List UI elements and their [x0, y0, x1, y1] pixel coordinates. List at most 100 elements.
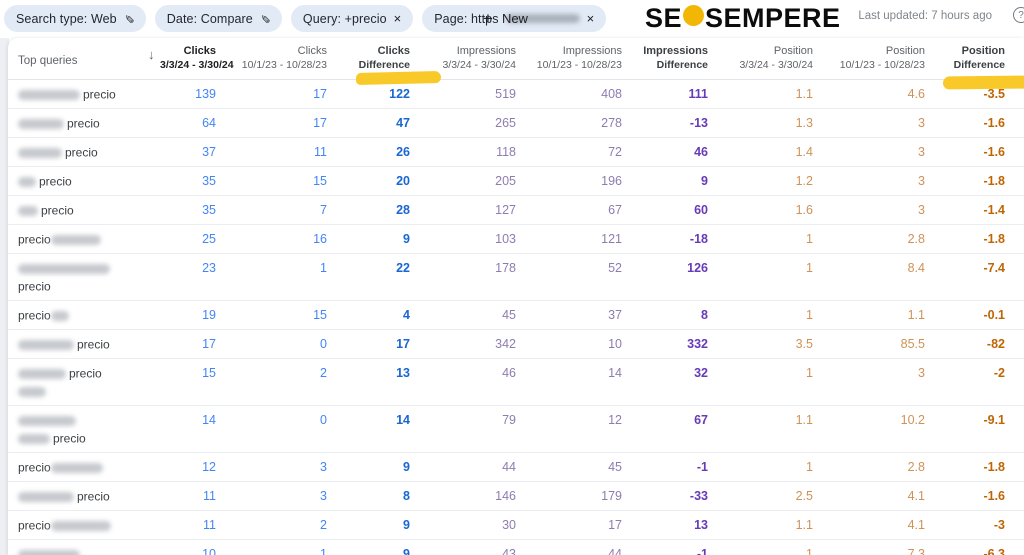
- cell-clicks-difference: 28: [396, 203, 410, 217]
- query-cell[interactable]: precio: [8, 453, 160, 481]
- redacted-query-text: [18, 118, 64, 129]
- cell-clicks-previous: 3: [320, 460, 327, 474]
- cell-impressions-difference: 13: [694, 518, 708, 532]
- column-header-impressions-difference[interactable]: Impressions Difference: [622, 38, 708, 79]
- query-cell[interactable]: precio: [8, 482, 160, 510]
- redacted-query-text: [18, 263, 110, 274]
- filter-chip-date[interactable]: Date: Compare ✎: [154, 5, 282, 32]
- query-cell[interactable]: precio: [8, 301, 160, 329]
- cell-position-previous: 8.4: [907, 261, 925, 275]
- cell-clicks-current: 12: [202, 460, 216, 474]
- table-row[interactable]: precio 35 15 20 205 196 9 1.2 3 -1.8: [8, 167, 1024, 196]
- cell-position-difference: -3: [993, 518, 1005, 532]
- table-row[interactable]: precio 23 1 22 178 52 126 1 8.4 -7.4: [8, 254, 1024, 301]
- new-filter-button[interactable]: + New: [483, 5, 528, 32]
- column-header-clicks-previous[interactable]: Clicks 10/1/23 - 10/28/23: [216, 38, 327, 79]
- redacted-query-text: [18, 491, 74, 502]
- help-icon[interactable]: ?: [1013, 7, 1024, 23]
- query-cell[interactable]: precio: [8, 511, 160, 539]
- cell-clicks-current: 11: [203, 518, 216, 532]
- query-cell[interactable]: precio: [8, 138, 160, 166]
- cell-position-previous: 4.1: [907, 518, 925, 532]
- table-row[interactable]: precio 11 2 9 30 17 13 1.1 4.1 -3: [8, 511, 1024, 540]
- cell-impressions-previous: 45: [608, 460, 622, 474]
- cell-impressions-difference: 8: [701, 308, 708, 322]
- cell-clicks-difference: 9: [403, 547, 410, 555]
- query-text: precio: [18, 308, 51, 323]
- table-row[interactable]: precio 10 1 9 43 44 -1 1 7.3 -6.3: [8, 540, 1024, 555]
- redacted-query-text: [18, 147, 62, 158]
- table-row[interactable]: precio 35 7 28 127 67 60 1.6 3 -1.4: [8, 196, 1024, 225]
- cell-impressions-previous: 67: [608, 203, 622, 217]
- query-cell[interactable]: precio: [8, 406, 160, 452]
- cell-clicks-previous: 17: [313, 116, 327, 130]
- table-row[interactable]: precio 37 11 26 118 72 46 1.4 3 -1.6: [8, 138, 1024, 167]
- query-cell[interactable]: precio: [8, 196, 160, 224]
- table-row[interactable]: precio 19 15 4 45 37 8 1 1.1 -0.1: [8, 301, 1024, 330]
- edit-icon[interactable]: ✎: [122, 13, 136, 23]
- column-header-position-difference[interactable]: Position Difference: [925, 38, 1024, 90]
- column-title: Impressions: [562, 45, 622, 57]
- cell-impressions-difference: -1: [696, 547, 708, 555]
- sort-descending-icon[interactable]: ↓: [148, 47, 155, 62]
- table-row[interactable]: precio 139 17 122 519 408 111 1.1 4.6 -3.5: [8, 80, 1024, 109]
- query-cell[interactable]: precio: [8, 109, 160, 137]
- table-row[interactable]: precio 17 0 17 342 10 332 3.5 85.5 -82: [8, 330, 1024, 359]
- query-cell[interactable]: precio: [8, 330, 160, 358]
- cell-position-current: 1: [806, 460, 813, 474]
- query-cell[interactable]: precio: [8, 225, 160, 253]
- column-header-impressions-previous[interactable]: Impressions 10/1/23 - 10/28/23: [516, 38, 622, 79]
- cell-clicks-previous: 0: [320, 413, 327, 427]
- cell-clicks-current: 15: [202, 366, 216, 380]
- table-row[interactable]: precio 12 3 9 44 45 -1 1 2.8 -1.8: [8, 453, 1024, 482]
- redacted-query-text: [18, 433, 50, 444]
- column-subtitle: 10/1/23 - 10/28/23: [241, 59, 327, 71]
- column-subtitle: 3/3/24 - 3/30/24: [160, 59, 234, 71]
- column-header-clicks-current[interactable]: ↓ Clicks 3/3/24 - 3/30/24: [148, 38, 234, 79]
- cell-impressions-difference: 9: [701, 174, 708, 188]
- column-header-clicks-difference[interactable]: Clicks Difference: [327, 38, 442, 86]
- cell-impressions-previous: 408: [601, 87, 622, 101]
- column-title: Position: [885, 45, 925, 57]
- table-row[interactable]: precio 15 2 13 46 14 32 1 3 -2: [8, 359, 1024, 406]
- column-subtitle: 3/3/24 - 3/30/24: [442, 59, 516, 71]
- query-cell[interactable]: precio: [8, 540, 160, 555]
- cell-impressions-previous: 72: [608, 145, 622, 159]
- cell-position-difference: -1.6: [983, 145, 1005, 159]
- help-glyph: ?: [1018, 9, 1024, 21]
- query-cell[interactable]: precio: [8, 167, 160, 195]
- column-header-position-previous[interactable]: Position 10/1/23 - 10/28/23: [813, 38, 925, 79]
- column-header-top-queries[interactable]: Top queries: [8, 38, 160, 79]
- redacted-query-text: [18, 415, 76, 426]
- cell-position-difference: -6.3: [983, 547, 1005, 555]
- query-text: precio: [67, 116, 100, 131]
- table-row[interactable]: precio 11 3 8 146 179 -33 2.5 4.1 -1.6: [8, 482, 1024, 511]
- table-row[interactable]: precio 25 16 9 103 121 -18 1 2.8 -1.8: [8, 225, 1024, 254]
- filter-chip-search-type[interactable]: Search type: Web ✎: [4, 5, 146, 32]
- table-body: precio 139 17 122 519 408 111 1.1 4.6 -3.5 precio 6…: [8, 80, 1024, 555]
- cell-position-difference: -9.1: [983, 413, 1005, 427]
- cell-position-difference: -1.8: [983, 174, 1005, 188]
- column-header-position-current[interactable]: Position 3/3/24 - 3/30/24: [708, 38, 813, 79]
- cell-impressions-difference: 46: [694, 145, 708, 159]
- cell-impressions-current: 342: [495, 337, 516, 351]
- cell-impressions-previous: 17: [608, 518, 622, 532]
- edit-icon[interactable]: ✎: [258, 13, 272, 23]
- close-icon[interactable]: ×: [587, 12, 595, 25]
- column-subtitle: Difference: [358, 59, 410, 71]
- last-updated-text: Last updated: 7 hours ago: [858, 10, 992, 22]
- query-cell[interactable]: precio: [8, 359, 160, 405]
- filter-chip-query[interactable]: Query: +precio ×: [290, 5, 414, 32]
- cell-clicks-current: 17: [202, 337, 216, 351]
- cell-clicks-current: 14: [202, 413, 216, 427]
- cell-clicks-current: 37: [202, 145, 216, 159]
- query-cell[interactable]: precio: [8, 80, 160, 108]
- table-row[interactable]: precio 64 17 47 265 278 -13 1.3 3 -1.6: [8, 109, 1024, 138]
- cell-position-current: 1: [806, 261, 813, 275]
- close-icon[interactable]: ×: [394, 12, 402, 25]
- cell-clicks-current: 35: [202, 174, 216, 188]
- query-cell[interactable]: precio: [8, 254, 160, 300]
- cell-impressions-previous: 196: [601, 174, 622, 188]
- cell-clicks-difference: 8: [403, 489, 410, 503]
- table-row[interactable]: precio 14 0 14 79 12 67 1.1 10.2 -9.1: [8, 406, 1024, 453]
